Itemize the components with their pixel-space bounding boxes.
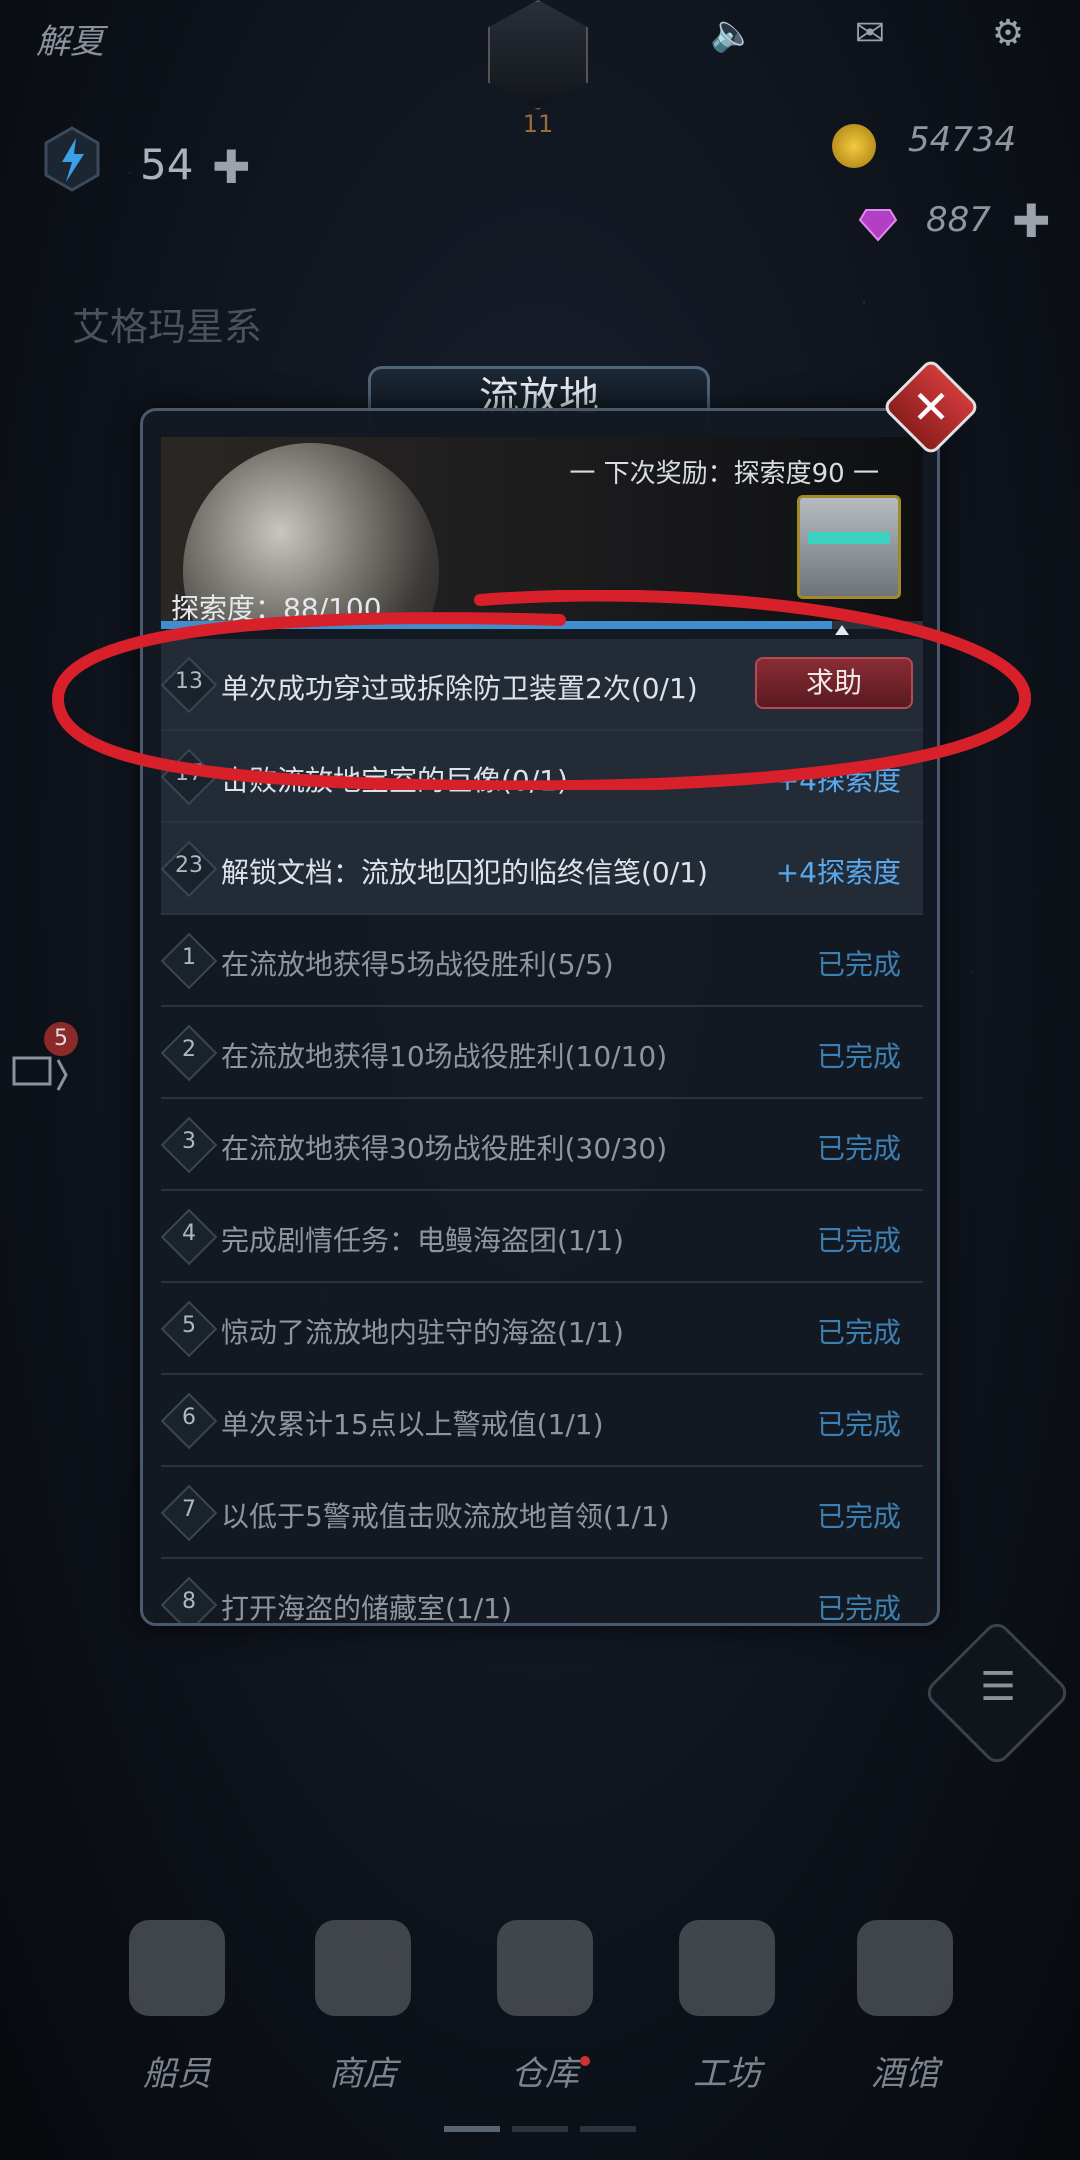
nav-shop[interactable]: 商店 (288, 1920, 438, 2120)
reward-chest-icon[interactable] (797, 495, 901, 599)
nav-crew[interactable]: 船员 (102, 1920, 252, 2120)
task-text: 在流放地获得10场战役胜利(10/10) (221, 1040, 668, 1073)
chat-badge: 5 (44, 1022, 78, 1056)
task-number: 2 (182, 1037, 196, 1062)
page-indicator (580, 2126, 636, 2132)
next-reward-text: 一 下次奖励：探索度90 一 (569, 459, 879, 489)
nav-tavern[interactable]: 酒馆 (830, 1920, 980, 2120)
player-avatar[interactable]: 11 (478, 0, 598, 138)
task-text: 在流放地获得30场战役胜利(30/30) (221, 1132, 668, 1165)
task-text: 在流放地获得5场战役胜利(5/5) (221, 948, 614, 981)
player-name[interactable]: 解夏 (36, 14, 104, 63)
task-number: 5 (182, 1313, 196, 1338)
task-status: 已完成 (816, 1592, 901, 1625)
nav-crew-label: 船员 (143, 2054, 211, 2094)
warehouse-notification-dot (580, 2056, 590, 2066)
bottom-nav: 船员 商店 仓库 工坊 酒馆 (0, 1920, 1080, 2120)
add-energy-icon[interactable]: ✚ (212, 140, 251, 194)
task-number: 7 (182, 1497, 196, 1522)
close-icon[interactable]: ✕ (896, 372, 966, 442)
checklist-icon: ☰ (980, 1664, 1016, 1710)
crew-icon (129, 1920, 225, 2016)
workshop-icon (679, 1920, 775, 2016)
task-text: 击败流放地宝室的巨像(0/1) (221, 764, 568, 797)
energy-value: 54 (140, 140, 194, 189)
nav-warehouse-label: 仓库 (511, 2054, 579, 2094)
task-number: 1 (182, 945, 196, 970)
task-status: 已完成 (816, 1224, 901, 1257)
task-row[interactable]: 2 在流放地获得10场战役胜利(10/10) 已完成 (160, 1007, 923, 1099)
page-indicator-active (444, 2126, 500, 2132)
task-text: 单次成功穿过或拆除防卫装置2次(0/1) (221, 672, 698, 705)
exploration-progress-bar (161, 621, 923, 629)
task-text: 惊动了流放地内驻守的海盗(1/1) (221, 1316, 624, 1349)
task-row[interactable]: 17 击败流放地宝室的巨像(0/1) +4探索度 (160, 731, 923, 823)
nav-tavern-label: 酒馆 (871, 2054, 939, 2094)
task-row[interactable]: 5 惊动了流放地内驻守的海盗(1/1) 已完成 (160, 1283, 923, 1375)
task-text: 完成剧情任务：电鳗海盗团(1/1) (221, 1224, 624, 1257)
task-number: 6 (182, 1405, 196, 1430)
mail-icon[interactable]: ✉ (848, 14, 892, 54)
coin-icon (832, 124, 876, 168)
task-text: 解锁文档：流放地囚犯的临终信笺(0/1) (221, 856, 708, 889)
task-number: 13 (175, 669, 203, 694)
add-gem-icon[interactable]: ✚ (1012, 194, 1051, 248)
gear-icon[interactable]: ⚙ (986, 14, 1030, 54)
task-text: 打开海盗的储藏室(1/1) (221, 1592, 512, 1625)
task-row[interactable]: 7 以低于5警戒值击败流放地首领(1/1) 已完成 (160, 1467, 923, 1559)
next-reward-marker (835, 625, 849, 635)
gem-value: 887 (926, 200, 991, 240)
task-status: +4探索度 (775, 764, 901, 797)
help-button[interactable]: 求助 (755, 657, 913, 709)
task-status: 已完成 (816, 1040, 901, 1073)
task-number: 4 (182, 1221, 196, 1246)
task-status: +4探索度 (775, 856, 901, 889)
task-text: 以低于5警戒值击败流放地首领(1/1) (221, 1500, 670, 1533)
nav-workshop-label: 工坊 (693, 2054, 761, 2094)
avatar-frame (488, 0, 588, 110)
chat-button[interactable] (10, 1050, 70, 1100)
task-number: 23 (175, 853, 203, 878)
task-row[interactable]: 8 打开海盗的储藏室(1/1) 已完成 (160, 1559, 923, 1625)
task-list[interactable]: 13 单次成功穿过或拆除防卫装置2次(0/1) 求助 17 击败流放地宝室的巨像(0/1… (160, 639, 923, 1625)
task-row[interactable]: 23 解锁文档：流放地囚犯的临终信笺(0/1) +4探索度 (160, 823, 923, 915)
task-status: 已完成 (816, 1132, 901, 1165)
star-system-name: 艾格玛星系 (72, 305, 263, 349)
coin-value: 54734 (908, 120, 1017, 160)
task-row[interactable]: 1 在流放地获得5场战役胜利(5/5) 已完成 (160, 915, 923, 1007)
page-indicator (512, 2126, 568, 2132)
gem-icon (858, 209, 898, 242)
task-number: 3 (182, 1129, 196, 1154)
exploration-progress-fill (161, 621, 832, 629)
speaker-icon[interactable]: 🔈 (710, 14, 755, 54)
nav-shop-label: 商店 (329, 2054, 397, 2094)
task-row[interactable]: 13 单次成功穿过或拆除防卫装置2次(0/1) 求助 (160, 639, 923, 731)
task-row[interactable]: 4 完成剧情任务：电鳗海盗团(1/1) 已完成 (160, 1191, 923, 1283)
energy-icon (44, 126, 100, 192)
exile-dialog: 一 下次奖励：探索度90 一 探索度：88/100 13 单次成功穿过或拆除防卫装… (140, 408, 940, 1626)
task-row[interactable]: 3 在流放地获得30场战役胜利(30/30) 已完成 (160, 1099, 923, 1191)
task-status: 已完成 (816, 1408, 901, 1441)
nav-workshop[interactable]: 工坊 (652, 1920, 802, 2120)
warehouse-icon (497, 1920, 593, 2016)
task-row[interactable]: 6 单次累计15点以上警戒值(1/1) 已完成 (160, 1375, 923, 1467)
task-status: 已完成 (816, 1316, 901, 1349)
task-number: 8 (182, 1589, 196, 1614)
avatar-level: 11 (522, 110, 554, 138)
location-banner: 一 下次奖励：探索度90 一 探索度：88/100 (161, 437, 923, 627)
shop-icon (315, 1920, 411, 2016)
chat-icon (12, 1056, 68, 1091)
task-text: 单次累计15点以上警戒值(1/1) (221, 1408, 604, 1441)
task-status: 已完成 (816, 948, 901, 981)
tavern-icon (857, 1920, 953, 2016)
task-status: 已完成 (816, 1500, 901, 1533)
nav-warehouse[interactable]: 仓库 (470, 1920, 620, 2120)
task-number: 17 (175, 761, 203, 786)
